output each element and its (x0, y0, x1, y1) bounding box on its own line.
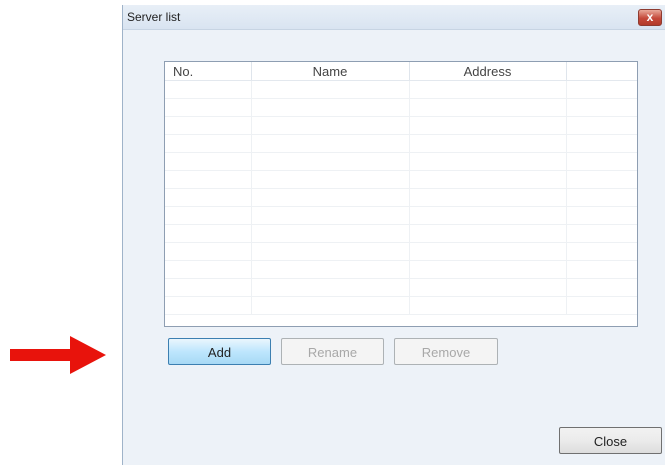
table-row (165, 224, 637, 243)
table-header-row: No. Name Address (165, 62, 637, 81)
table-row (165, 98, 637, 117)
dialog-title: Server list (127, 10, 181, 24)
column-header-extra (566, 62, 637, 81)
table-row (165, 170, 637, 189)
table-row (165, 80, 637, 99)
table-row (165, 206, 637, 225)
table-row (165, 242, 637, 261)
column-header-name[interactable]: Name (251, 62, 410, 81)
title-bar: Server list x (123, 5, 665, 30)
column-header-no[interactable]: No. (165, 62, 252, 81)
table-row (165, 188, 637, 207)
table-row (165, 296, 637, 315)
table-row (165, 134, 637, 153)
table-row (165, 152, 637, 171)
add-button[interactable]: Add (168, 338, 271, 365)
table-row (165, 116, 637, 135)
server-list-dialog: Server list x No. Name Address Add Renam… (122, 5, 665, 465)
table-row (165, 278, 637, 297)
server-list-table[interactable]: No. Name Address (164, 61, 638, 327)
column-header-address[interactable]: Address (409, 62, 567, 81)
red-arrow-icon (10, 336, 106, 374)
close-icon[interactable]: x (638, 9, 662, 26)
rename-button[interactable]: Rename (281, 338, 384, 365)
remove-button[interactable]: Remove (394, 338, 498, 365)
table-row (165, 260, 637, 279)
close-button[interactable]: Close (559, 427, 662, 454)
